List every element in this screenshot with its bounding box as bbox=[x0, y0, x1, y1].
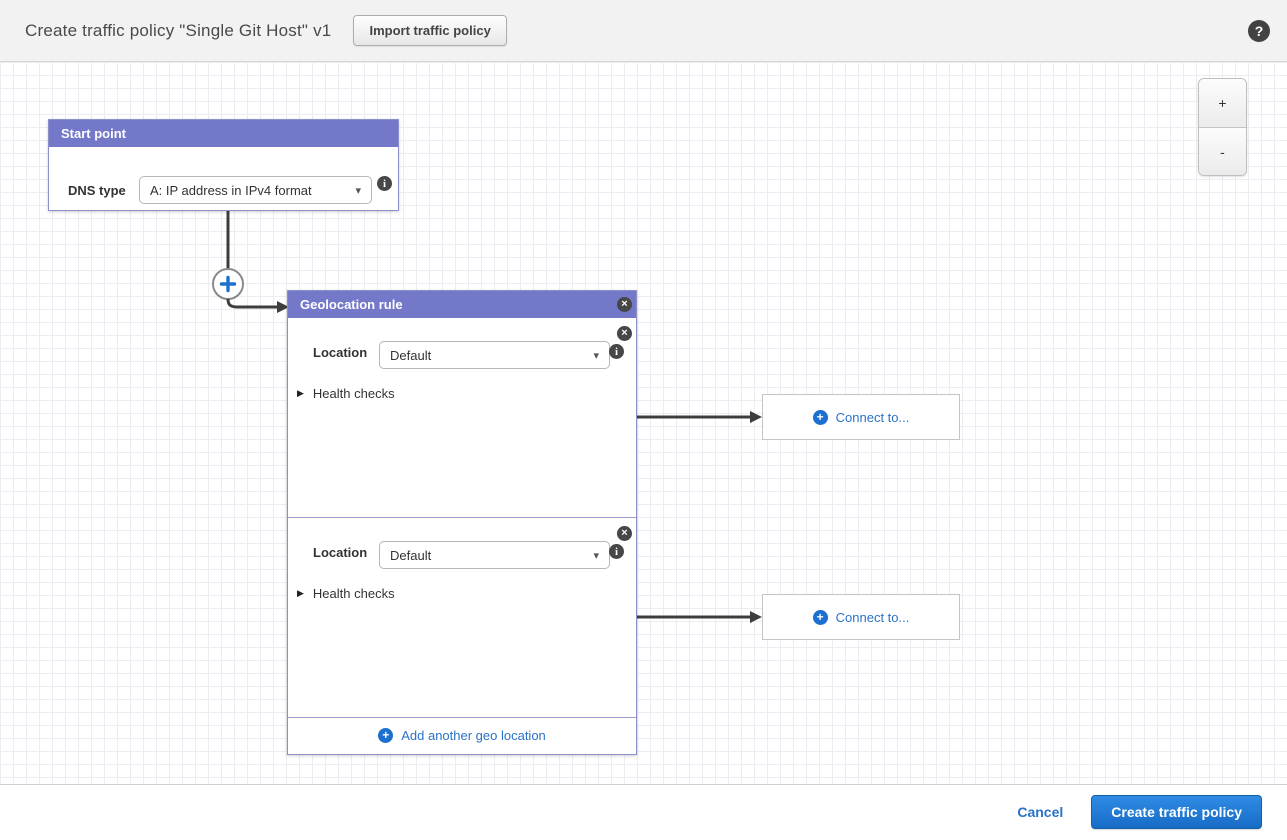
chevron-down-icon: ▾ bbox=[355, 184, 361, 197]
location-value: Default bbox=[390, 548, 431, 563]
connect-to-label: Connect to... bbox=[836, 410, 910, 425]
policy-editor-canvas: Start point DNS type A: IP address in IP… bbox=[0, 62, 1287, 785]
plus-icon: + bbox=[813, 410, 828, 425]
location-info-icon[interactable]: i bbox=[609, 344, 624, 359]
start-point-node: Start point DNS type A: IP address in IP… bbox=[48, 119, 399, 211]
section-close-icon[interactable]: × bbox=[617, 326, 632, 341]
geolocation-rule-title: Geolocation rule bbox=[300, 297, 403, 312]
help-icon[interactable]: ? bbox=[1248, 20, 1270, 42]
location-value: Default bbox=[390, 348, 431, 363]
connect-to-box[interactable]: + Connect to... bbox=[762, 394, 960, 440]
plus-icon: + bbox=[813, 610, 828, 625]
action-footer: Cancel Create traffic policy bbox=[0, 785, 1287, 839]
health-checks-label: Health checks bbox=[313, 586, 395, 601]
location-dropdown[interactable]: Default ▾ bbox=[379, 541, 610, 569]
geo-location-section: × Location Default ▾ i ▶ Health checks bbox=[288, 318, 636, 518]
top-bar: Create traffic policy "Single Git Host" … bbox=[0, 0, 1287, 62]
geolocation-rule-node: Geolocation rule × × Location Default ▾ … bbox=[287, 290, 637, 755]
create-traffic-policy-button[interactable]: Create traffic policy bbox=[1091, 795, 1262, 829]
zoom-out-button[interactable]: - bbox=[1199, 127, 1246, 175]
chevron-down-icon: ▾ bbox=[593, 549, 599, 562]
add-branch-icon bbox=[213, 269, 243, 299]
cancel-button[interactable]: Cancel bbox=[1017, 804, 1063, 820]
section-close-icon[interactable]: × bbox=[617, 526, 632, 541]
geo-location-section: × Location Default ▾ i ▶ Health checks bbox=[288, 518, 636, 718]
location-info-icon[interactable]: i bbox=[609, 544, 624, 559]
geolocation-rule-header: Geolocation rule × bbox=[288, 291, 636, 318]
start-point-header: Start point bbox=[49, 120, 398, 147]
location-label: Location bbox=[313, 345, 367, 360]
expander-arrow-icon: ▶ bbox=[297, 588, 304, 599]
import-traffic-policy-button[interactable]: Import traffic policy bbox=[353, 15, 506, 46]
health-checks-label: Health checks bbox=[313, 386, 395, 401]
connect-to-box[interactable]: + Connect to... bbox=[762, 594, 960, 640]
health-checks-expander[interactable]: ▶ Health checks bbox=[297, 386, 395, 401]
rule-close-icon[interactable]: × bbox=[617, 297, 632, 312]
location-label: Location bbox=[313, 545, 367, 560]
add-geo-location-link[interactable]: + Add another geo location bbox=[288, 716, 636, 754]
add-geo-location-label: Add another geo location bbox=[401, 728, 546, 743]
location-dropdown[interactable]: Default ▾ bbox=[379, 341, 610, 369]
dns-type-value: A: IP address in IPv4 format bbox=[150, 183, 312, 198]
zoom-controls: + - bbox=[1198, 78, 1247, 176]
dns-type-label: DNS type bbox=[68, 183, 126, 198]
chevron-down-icon: ▾ bbox=[593, 349, 599, 362]
zoom-in-button[interactable]: + bbox=[1199, 79, 1246, 127]
page-title: Create traffic policy "Single Git Host" … bbox=[25, 21, 331, 41]
plus-icon: + bbox=[378, 728, 393, 743]
connect-to-label: Connect to... bbox=[836, 610, 910, 625]
health-checks-expander[interactable]: ▶ Health checks bbox=[297, 586, 395, 601]
start-point-title: Start point bbox=[61, 126, 126, 141]
dns-type-dropdown[interactable]: A: IP address in IPv4 format ▾ bbox=[139, 176, 372, 204]
dns-type-info-icon[interactable]: i bbox=[377, 176, 392, 191]
expander-arrow-icon: ▶ bbox=[297, 388, 304, 399]
